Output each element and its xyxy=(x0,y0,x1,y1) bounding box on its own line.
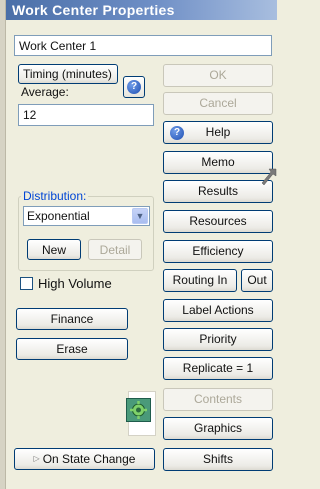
priority-label: Priority xyxy=(199,332,237,346)
efficiency-label: Efficiency xyxy=(192,244,244,258)
timing-button[interactable]: Timing (minutes) xyxy=(18,64,118,84)
shifts-button[interactable]: Shifts xyxy=(163,448,273,471)
new-distribution-button[interactable]: New xyxy=(27,239,81,260)
replicate-label: Replicate = 1 xyxy=(182,361,254,375)
contents-label: Contents xyxy=(193,392,243,406)
help-icon: ? xyxy=(170,126,184,140)
replicate-button[interactable]: Replicate = 1 xyxy=(163,357,273,380)
average-input[interactable]: 12 xyxy=(18,104,154,126)
erase-label: Erase xyxy=(56,342,88,356)
cancel-button[interactable]: Cancel xyxy=(163,92,273,115)
help-button[interactable]: ? Help xyxy=(163,121,273,144)
results-label: Results xyxy=(197,184,238,198)
timing-help-button[interactable]: ? xyxy=(123,76,145,98)
contents-button[interactable]: Contents xyxy=(163,388,273,411)
graphics-button[interactable]: Graphics xyxy=(163,417,273,440)
help-label: Help xyxy=(205,125,231,139)
on-state-change-button[interactable]: ▷ On State Change xyxy=(14,448,155,470)
distribution-select[interactable]: Exponential ▼ xyxy=(23,206,150,226)
high-volume-label: High Volume xyxy=(38,276,112,291)
routing-in-button[interactable]: Routing In xyxy=(163,269,237,292)
work-center-name-value: Work Center 1 xyxy=(19,39,97,53)
chevron-down-icon[interactable]: ▼ xyxy=(132,208,148,224)
erase-button[interactable]: Erase xyxy=(16,338,128,360)
window-title-bar[interactable]: Work Center Properties xyxy=(6,0,277,20)
graphics-label: Graphics xyxy=(193,421,243,435)
detail-label: Detail xyxy=(99,243,131,257)
efficiency-button[interactable]: Efficiency xyxy=(163,240,273,263)
window-title: Work Center Properties xyxy=(12,2,175,18)
work-center-name-input[interactable]: Work Center 1 xyxy=(14,35,272,56)
resources-label: Resources xyxy=(189,214,247,228)
mouse-pointer-icon xyxy=(258,168,277,190)
label-actions-button[interactable]: Label Actions xyxy=(163,299,273,322)
memo-label: Memo xyxy=(201,155,235,169)
ok-button[interactable]: OK xyxy=(163,64,273,87)
distribution-label: Distribution: xyxy=(21,189,89,203)
average-value: 12 xyxy=(23,108,37,122)
average-label: Average: xyxy=(21,85,69,99)
gear-icon[interactable] xyxy=(126,398,151,422)
on-state-change-label: On State Change xyxy=(42,452,136,466)
out-label: Out xyxy=(247,273,267,287)
cancel-label: Cancel xyxy=(199,96,237,110)
new-label: New xyxy=(41,243,66,257)
detail-button[interactable]: Detail xyxy=(88,239,142,260)
distribution-selected: Exponential xyxy=(27,209,90,223)
window-left-edge xyxy=(0,0,6,489)
help-glyph: ? xyxy=(130,81,138,92)
ok-label: OK xyxy=(209,68,227,82)
memo-button[interactable]: Memo xyxy=(163,151,273,174)
resources-button[interactable]: Resources xyxy=(163,210,273,233)
finance-button[interactable]: Finance xyxy=(16,308,128,330)
timing-label: Timing (minutes) xyxy=(23,67,112,81)
state-change-icon: ▷ xyxy=(33,454,40,463)
routing-in-label: Routing In xyxy=(172,273,228,287)
high-volume-checkbox[interactable] xyxy=(20,277,33,290)
routing-out-button[interactable]: Out xyxy=(241,269,273,292)
help-icon: ? xyxy=(127,80,141,94)
priority-button[interactable]: Priority xyxy=(163,328,273,351)
label-actions-label: Label Actions xyxy=(182,303,254,317)
results-button[interactable]: Results xyxy=(163,180,273,203)
shifts-label: Shifts xyxy=(202,452,233,466)
finance-label: Finance xyxy=(50,312,94,326)
